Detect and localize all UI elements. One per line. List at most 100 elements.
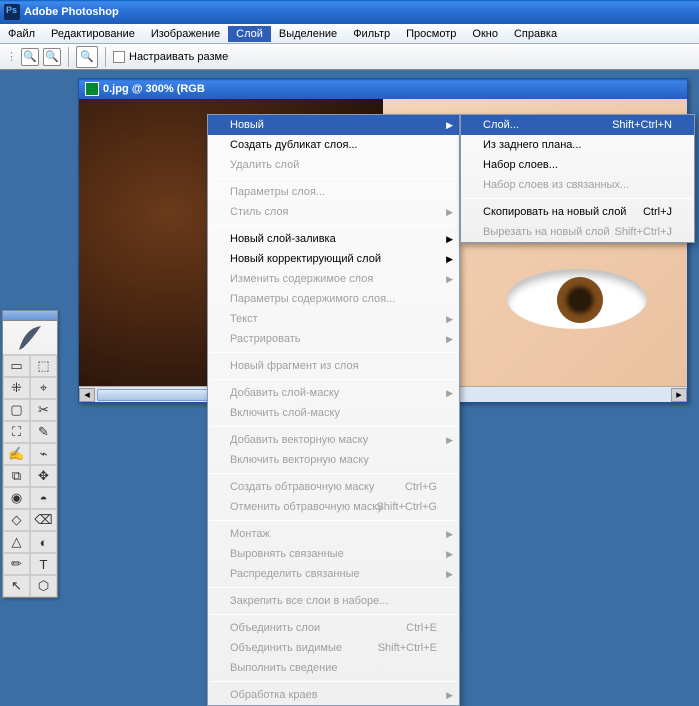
menu-separator bbox=[210, 379, 457, 380]
menu-item: Включить векторную маску bbox=[208, 450, 459, 470]
menu-item: Включить слой-маску bbox=[208, 403, 459, 423]
menu-item-label: Закрепить все слои в наборе... bbox=[230, 595, 388, 607]
tool-button[interactable]: △ bbox=[3, 531, 30, 553]
menu-item-label: Набор слоев из связанных... bbox=[483, 179, 629, 191]
tool-button[interactable]: ◇ bbox=[3, 509, 30, 531]
menu-item-label: Скопировать на новый слой bbox=[483, 206, 626, 218]
menu-item-изображение[interactable]: Изображение bbox=[143, 26, 228, 42]
menu-item-label: Обработка краев bbox=[230, 689, 318, 701]
menu-item: Добавить слой-маску▶ bbox=[208, 383, 459, 403]
menu-item-фильтр[interactable]: Фильтр bbox=[345, 26, 398, 42]
tool-button[interactable]: ⬚ bbox=[30, 355, 57, 377]
tool-button[interactable]: ⬡ bbox=[30, 575, 57, 597]
menu-item-label: Новый bbox=[230, 119, 264, 131]
menu-item-выделение[interactable]: Выделение bbox=[271, 26, 345, 42]
menu-item-label: Включить векторную маску bbox=[230, 454, 369, 466]
scroll-right-arrow[interactable]: ▸ bbox=[671, 388, 687, 402]
menu-item-label: Удалить слой bbox=[230, 159, 299, 171]
menu-item[interactable]: Слой...Shift+Ctrl+N bbox=[461, 115, 694, 135]
menu-item: Создать обтравочную маску Ctrl+G bbox=[208, 477, 459, 497]
tool-button[interactable]: ◓ bbox=[30, 487, 57, 509]
menu-item: Закрепить все слои в наборе... bbox=[208, 591, 459, 611]
menu-item-label: Монтаж bbox=[230, 528, 270, 540]
menu-item: Растрировать▶ bbox=[208, 329, 459, 349]
menu-shortcut: Shift+Ctrl+G bbox=[376, 501, 437, 513]
menu-item: Монтаж▶ bbox=[208, 524, 459, 544]
submenu-arrow-icon: ▶ bbox=[446, 435, 453, 446]
menu-item: Выровнять связанные▶ bbox=[208, 544, 459, 564]
menu-item-label: Из заднего плана... bbox=[483, 139, 582, 151]
menu-item[interactable]: Скопировать на новый слой Ctrl+J bbox=[461, 202, 694, 222]
workspace: 0.jpg @ 300% (RGB ◂ ▸ ▭⬚⁜⌖▢✂⛶✎✍⌁⧉✥◉◓◇⌫△◐… bbox=[0, 70, 699, 567]
tool-button[interactable]: ⌫ bbox=[30, 509, 57, 531]
menu-item: Обработка краев▶ bbox=[208, 685, 459, 705]
menu-item-label: Стиль слоя bbox=[230, 206, 288, 218]
tool-button[interactable]: ↖ bbox=[3, 575, 30, 597]
tool-button[interactable]: ⁜ bbox=[3, 377, 30, 399]
tool-button[interactable]: ⧉ bbox=[3, 465, 30, 487]
menu-item: Добавить векторную маску▶ bbox=[208, 430, 459, 450]
menu-item: Распределить связанные▶ bbox=[208, 564, 459, 584]
tool-button[interactable]: ✥ bbox=[30, 465, 57, 487]
layer-menu-dropdown: Новый▶Создать дубликат слоя...Удалить сл… bbox=[207, 114, 460, 706]
resize-checkbox[interactable] bbox=[113, 51, 125, 63]
menu-item: Параметры слоя... bbox=[208, 182, 459, 202]
tool-button[interactable]: ⌁ bbox=[30, 443, 57, 465]
document-titlebar[interactable]: 0.jpg @ 300% (RGB bbox=[79, 79, 687, 99]
submenu-arrow-icon: ▶ bbox=[446, 274, 453, 285]
submenu-arrow-icon: ▶ bbox=[446, 234, 453, 245]
zoom-tool-button[interactable]: 🔍 bbox=[76, 46, 98, 68]
toolbox: ▭⬚⁜⌖▢✂⛶✎✍⌁⧉✥◉◓◇⌫△◐✏T↖⬡ bbox=[2, 310, 58, 598]
menu-item[interactable]: Новый▶ bbox=[208, 115, 459, 135]
menu-item-справка[interactable]: Справка bbox=[506, 26, 565, 42]
menu-item-label: Новый фрагмент из слоя bbox=[230, 360, 359, 372]
tool-button[interactable]: ⛶ bbox=[3, 421, 30, 443]
app-icon bbox=[4, 4, 20, 20]
tool-button[interactable]: ▭ bbox=[3, 355, 30, 377]
menu-item[interactable]: Создать дубликат слоя... bbox=[208, 135, 459, 155]
menu-item[interactable]: Новый слой-заливка ▶ bbox=[208, 229, 459, 249]
menu-item[interactable]: Набор слоев... bbox=[461, 155, 694, 175]
menu-item[interactable]: Из заднего плана... bbox=[461, 135, 694, 155]
tool-button[interactable]: ✏ bbox=[3, 553, 30, 575]
menu-item-слой[interactable]: Слой bbox=[228, 26, 271, 42]
menu-item-label: Создать обтравочную маску bbox=[230, 481, 374, 493]
zoom-out-button[interactable]: 🔍 bbox=[43, 48, 61, 66]
menu-item-label: Вырезать на новый слой bbox=[483, 226, 610, 238]
tool-button[interactable]: ◉ bbox=[3, 487, 30, 509]
tool-button[interactable]: ▢ bbox=[3, 399, 30, 421]
menu-item-файл[interactable]: Файл bbox=[0, 26, 43, 42]
menu-item-просмотр[interactable]: Просмотр bbox=[398, 26, 464, 42]
menu-item: Параметры содержимого слоя... bbox=[208, 289, 459, 309]
tool-button[interactable]: ✂ bbox=[30, 399, 57, 421]
menu-item-окно[interactable]: Окно bbox=[464, 26, 506, 42]
menu-separator bbox=[210, 614, 457, 615]
submenu-arrow-icon: ▶ bbox=[446, 388, 453, 399]
toolbox-header[interactable] bbox=[3, 311, 57, 321]
menu-item-label: Параметры содержимого слоя... bbox=[230, 293, 395, 305]
new-submenu-dropdown: Слой...Shift+Ctrl+N Из заднего плана... На… bbox=[460, 114, 695, 243]
menu-item-редактирование[interactable]: Редактирование bbox=[43, 26, 143, 42]
menu-shortcut: Ctrl+J bbox=[643, 206, 672, 218]
tool-button[interactable]: T bbox=[30, 553, 57, 575]
menu-item[interactable]: Новый корректирующий слой▶ bbox=[208, 249, 459, 269]
menu-item-label: Слой... bbox=[483, 119, 519, 131]
tool-button[interactable]: ◐ bbox=[30, 531, 57, 553]
scroll-left-arrow[interactable]: ◂ bbox=[79, 388, 95, 402]
tool-button[interactable]: ⌖ bbox=[30, 377, 57, 399]
zoom-in-button[interactable]: 🔍 bbox=[21, 48, 39, 66]
tool-button[interactable]: ✎ bbox=[30, 421, 57, 443]
menu-item-label: Набор слоев... bbox=[483, 159, 558, 171]
grip-icon: ⋮ bbox=[6, 50, 17, 63]
submenu-arrow-icon: ▶ bbox=[446, 314, 453, 325]
menu-item-label: Параметры слоя... bbox=[230, 186, 325, 198]
tool-button[interactable]: ✍ bbox=[3, 443, 30, 465]
image-content bbox=[507, 269, 647, 329]
menu-separator bbox=[210, 426, 457, 427]
window-titlebar: Adobe Photoshop bbox=[0, 0, 699, 24]
menu-shortcut: Ctrl+G bbox=[405, 481, 437, 493]
menu-item-label: Новый слой-заливка bbox=[230, 233, 336, 245]
menu-item: Отменить обтравочную маскуShift+Ctrl+G bbox=[208, 497, 459, 517]
menu-item: Текст▶ bbox=[208, 309, 459, 329]
menu-item: Вырезать на новый слойShift+Ctrl+J bbox=[461, 222, 694, 242]
